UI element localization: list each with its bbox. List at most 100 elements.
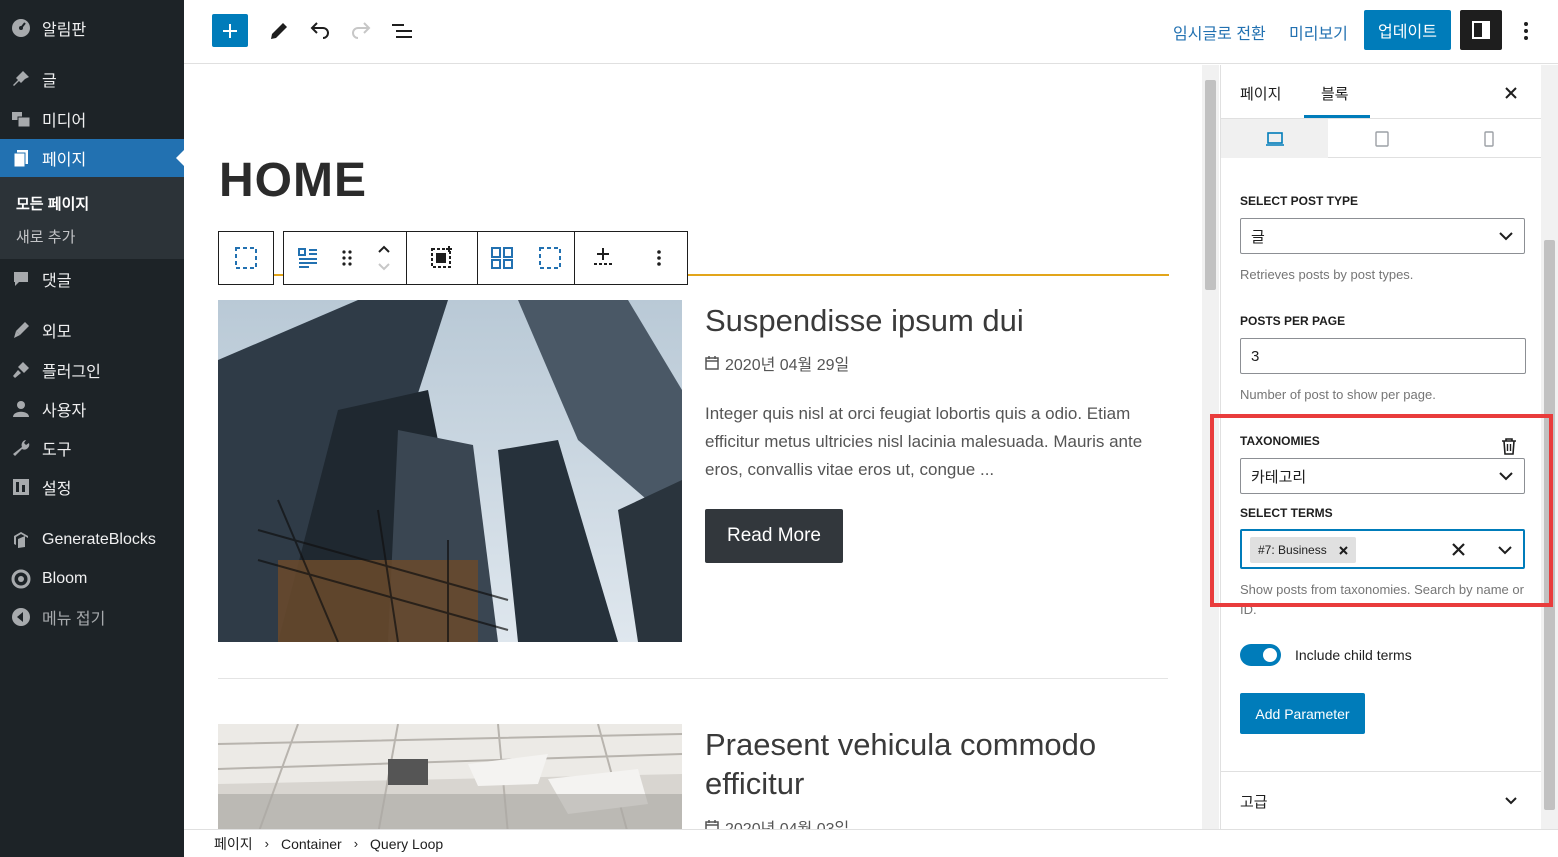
menu-item-media[interactable]: 미디어 (0, 100, 184, 138)
list-view-icon (392, 24, 412, 38)
chevron-down-icon (1499, 472, 1513, 481)
chevron-right-icon: › (264, 836, 269, 851)
menu-item-posts[interactable]: 글 (0, 60, 184, 98)
read-more-button[interactable]: Read More (705, 509, 843, 563)
drag-icon (342, 250, 352, 266)
menu-item-tools[interactable]: 도구 (0, 429, 184, 467)
post-title[interactable]: Praesent vehicula commodo efficitur (705, 725, 1175, 803)
chevron-up-down-icon (378, 245, 390, 271)
add-block-after-button[interactable] (575, 232, 631, 284)
menu-item-label: 도구 (42, 442, 72, 459)
post-featured-image[interactable] (218, 300, 682, 642)
post-date-text: 2020년 04월 29일 (725, 357, 850, 374)
tab-block[interactable]: 블록 (1321, 83, 1349, 104)
undo-button[interactable] (305, 16, 335, 46)
block-tools-group-1 (406, 231, 478, 285)
toggle-knob (1263, 648, 1277, 662)
query-loop-type-button[interactable] (284, 232, 332, 284)
comment-icon (0, 269, 42, 289)
preview-link[interactable]: 미리보기 (1289, 20, 1348, 44)
wrench-icon (0, 438, 42, 458)
more-vertical-icon (1524, 22, 1528, 40)
close-icon (1505, 87, 1517, 99)
menu-item-label: 플러그인 (42, 364, 101, 381)
document-overview-button[interactable] (387, 16, 417, 46)
settings-icon (0, 477, 42, 497)
term-chip-label: #7: Business (1258, 543, 1327, 557)
breadcrumb-item[interactable]: 페이지 (214, 834, 253, 854)
terms-multiselect[interactable]: #7: Business (1240, 529, 1525, 569)
post-type-value: 글 (1251, 228, 1265, 246)
grid-button[interactable] (478, 232, 526, 284)
term-chip: #7: Business (1250, 537, 1356, 563)
breadcrumb-item[interactable]: Container (281, 836, 342, 852)
remove-taxonomy-button[interactable] (1499, 435, 1519, 457)
more-options-button[interactable] (631, 232, 687, 284)
post-type-label: SELECT POST TYPE (1240, 194, 1359, 208)
redo-button[interactable] (346, 16, 376, 46)
sidebar-scrollbar-thumb[interactable] (1544, 240, 1555, 810)
remove-term-icon[interactable] (1339, 545, 1348, 555)
calendar-icon (705, 820, 719, 829)
menu-item-label: 알림판 (42, 22, 87, 39)
pencil-icon (271, 23, 287, 39)
chevron-down-icon[interactable] (1497, 542, 1513, 558)
canvas-scrollbar-thumb[interactable] (1205, 80, 1216, 290)
update-button[interactable]: 업데이트 (1364, 10, 1451, 50)
close-settings-button[interactable] (1499, 81, 1523, 105)
add-block-button[interactable] (212, 14, 248, 47)
menu-item-pages[interactable]: 페이지 (0, 139, 184, 177)
tab-desktop[interactable] (1221, 119, 1328, 158)
move-up-down-buttons[interactable] (362, 232, 406, 284)
submenu-all-pages[interactable]: 모든 페이지 (16, 193, 89, 214)
include-child-toggle[interactable] (1240, 644, 1281, 666)
menu-item-label: GenerateBlocks (42, 531, 156, 548)
drag-handle[interactable] (332, 232, 362, 284)
calendar-icon (705, 356, 719, 370)
post-separator (218, 678, 1168, 679)
per-page-input[interactable]: 3 (1240, 338, 1526, 374)
container-button[interactable] (526, 232, 574, 284)
menu-item-dashboard[interactable]: 알림판 (0, 9, 184, 47)
layout-button[interactable] (407, 232, 477, 284)
menu-item-label: 댓글 (42, 273, 72, 290)
tab-page[interactable]: 페이지 (1240, 83, 1281, 104)
page-title[interactable]: HOME (219, 153, 367, 208)
chevron-down-icon (1499, 232, 1513, 241)
taxonomy-select[interactable]: 카테고리 (1240, 458, 1525, 494)
tab-tablet[interactable] (1328, 119, 1435, 158)
tools-button[interactable] (264, 16, 294, 46)
menu-item-appearance[interactable]: 외모 (0, 311, 184, 349)
user-icon (0, 399, 42, 419)
post-type-select[interactable]: 글 (1240, 218, 1525, 254)
post-featured-image[interactable] (218, 724, 682, 829)
dashboard-icon (0, 18, 42, 38)
menu-item-generateblocks[interactable]: GenerateBlocks (0, 521, 184, 559)
settings-panel-toggle[interactable] (1460, 10, 1502, 50)
add-parameter-button[interactable]: Add Parameter (1240, 693, 1365, 734)
breadcrumb-item[interactable]: Query Loop (370, 836, 443, 852)
options-button[interactable] (1514, 16, 1538, 46)
menu-item-bloom[interactable]: Bloom (0, 560, 184, 598)
advanced-panel-label[interactable]: 고급 (1240, 791, 1268, 812)
query-loop-icon (298, 248, 317, 268)
menu-item-users[interactable]: 사용자 (0, 390, 184, 428)
container-icon (235, 247, 257, 269)
submenu-add-new[interactable]: 새로 추가 (16, 226, 75, 247)
menu-item-comments[interactable]: 댓글 (0, 260, 184, 298)
switch-to-draft-link[interactable]: 임시글로 전환 (1173, 20, 1266, 44)
pin-icon (0, 69, 42, 89)
parent-block-group (218, 231, 274, 285)
advanced-toggle[interactable] (1501, 791, 1521, 811)
menu-item-settings[interactable]: 설정 (0, 468, 184, 506)
mobile-icon (1483, 130, 1494, 147)
insert-after-icon (594, 248, 612, 265)
menu-item-collapse[interactable]: 메뉴 접기 (0, 598, 184, 636)
clear-terms-icon[interactable] (1452, 543, 1465, 556)
post-title[interactable]: Suspendisse ipsum dui (705, 301, 1175, 340)
tab-mobile[interactable] (1435, 119, 1541, 158)
grid-icon (491, 247, 513, 269)
select-parent-button[interactable] (219, 232, 273, 284)
bloom-icon (0, 569, 42, 589)
menu-item-plugins[interactable]: 플러그인 (0, 351, 184, 389)
